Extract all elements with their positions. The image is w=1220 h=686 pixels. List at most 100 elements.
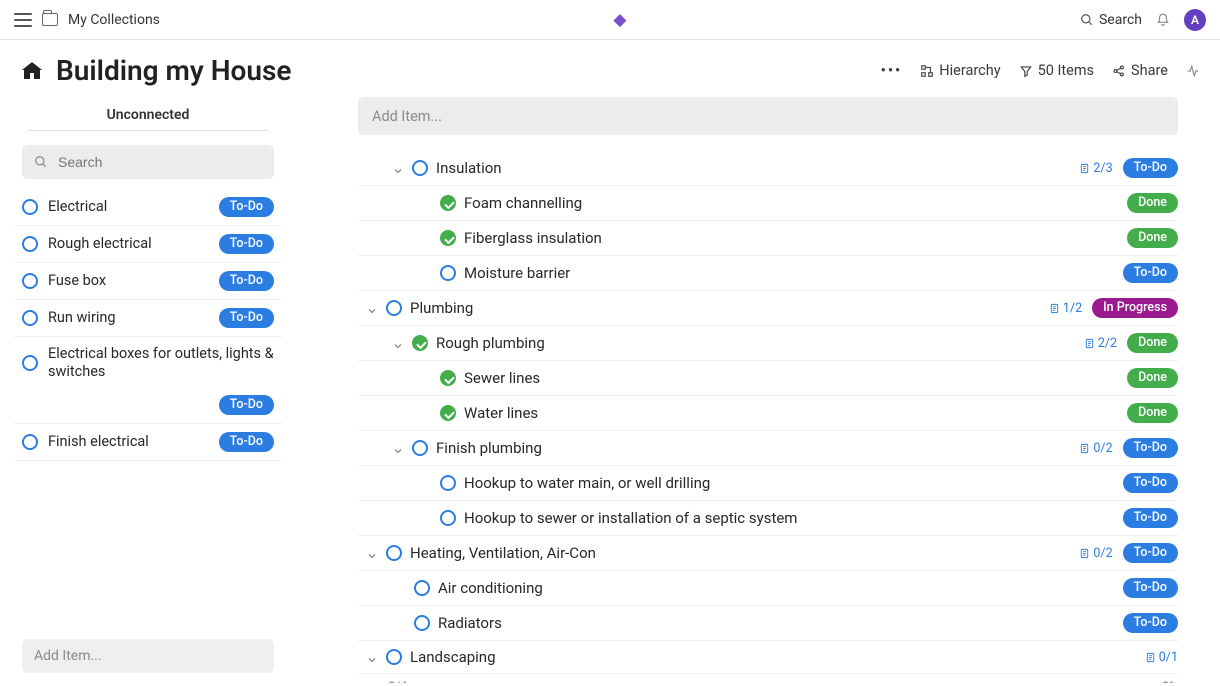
tree-row-label: Finish plumbing: [436, 439, 1071, 457]
status-badge[interactable]: To-Do: [1123, 158, 1178, 178]
status-badge[interactable]: To-Do: [1123, 473, 1178, 493]
sidebar-add-item[interactable]: Add Item...: [22, 639, 274, 673]
status-badge[interactable]: To-Do: [1123, 508, 1178, 528]
tree-row[interactable]: Air conditioning To-Do: [358, 571, 1178, 606]
subtask-count[interactable]: 2/3: [1079, 161, 1112, 176]
app-logo-icon[interactable]: ◆: [613, 10, 626, 30]
check-circle[interactable]: [386, 649, 402, 665]
list-item[interactable]: Electrical boxes for outlets, lights & s…: [14, 337, 282, 389]
bell-icon[interactable]: [1156, 13, 1170, 27]
avatar[interactable]: A: [1184, 9, 1206, 31]
status-badge[interactable]: Done: [1127, 368, 1178, 388]
tree-row[interactable]: Foam channellingDone: [358, 186, 1178, 221]
check-circle[interactable]: [22, 434, 38, 450]
tree-row[interactable]: Insulation2/3To-Do: [358, 151, 1178, 186]
status-badge[interactable]: To-Do: [1123, 543, 1178, 563]
main-add-placeholder: Add Item...: [372, 108, 442, 125]
check-circle[interactable]: [440, 195, 456, 211]
status-badge[interactable]: To-Do: [219, 197, 274, 217]
list-item[interactable]: Fuse box To-Do: [14, 263, 282, 300]
tree-row[interactable]: Sewer linesDone: [358, 361, 1178, 396]
status-badge[interactable]: To-Do: [219, 271, 274, 291]
tree-row[interactable]: RadiatorsTo-Do: [358, 606, 1178, 641]
check-circle[interactable]: [386, 300, 402, 316]
tree-row-label: Heating, Ventilation, Air-Con: [410, 544, 1071, 562]
share-button[interactable]: Share: [1112, 62, 1168, 79]
tree-row[interactable]: Hookup to sewer or installation of a sep…: [358, 501, 1178, 536]
list-item[interactable]: Electrical To-Do: [14, 189, 282, 226]
tree-row[interactable]: Landscaping 0/1: [358, 641, 1178, 674]
list-item[interactable]: Run wiring To-Do: [14, 300, 282, 337]
status-badge[interactable]: To-Do: [1123, 578, 1178, 598]
main: Add Item... Insulation2/3To-DoFoam chann…: [296, 97, 1220, 683]
sidebar-search-input[interactable]: [56, 153, 262, 171]
check-circle[interactable]: [440, 230, 456, 246]
check-circle[interactable]: [412, 440, 428, 456]
chevron-down-icon[interactable]: [392, 442, 404, 454]
check-circle[interactable]: [22, 355, 38, 371]
filter-items[interactable]: 50 Items: [1019, 62, 1094, 79]
tree-row-label: Rough plumbing: [436, 334, 1076, 352]
tree-row[interactable]: Heating, Ventilation, Air-Con 0/2 To-Do: [358, 536, 1178, 571]
status-badge[interactable]: Done: [1127, 333, 1178, 353]
subtask-count[interactable]: 0/1: [1145, 650, 1178, 665]
check-circle[interactable]: [22, 236, 38, 252]
tree-row[interactable]: Hookup to water main, or well drillingTo…: [358, 466, 1178, 501]
status-badge[interactable]: To-Do: [1123, 438, 1178, 458]
tree-row[interactable]: Finish plumbing 0/2 To-Do: [358, 431, 1178, 466]
chevron-down-icon[interactable]: [366, 651, 378, 663]
collections-label[interactable]: My Collections: [68, 12, 160, 28]
global-search[interactable]: Search: [1080, 12, 1142, 28]
subtask-count[interactable]: 2/2: [1084, 336, 1117, 351]
check-circle[interactable]: [22, 199, 38, 215]
status-badge[interactable]: Done: [1127, 228, 1178, 248]
chevron-down-icon[interactable]: [392, 337, 404, 349]
status-badge[interactable]: To-Do: [219, 234, 274, 254]
subtask-count[interactable]: 1/2: [1049, 301, 1082, 316]
list-item-label: Electrical boxes for outlets, lights & s…: [48, 345, 274, 381]
status-badge[interactable]: To-Do: [219, 308, 274, 328]
check-circle[interactable]: [412, 160, 428, 176]
list-item[interactable]: Rough electrical To-Do: [14, 226, 282, 263]
check-circle[interactable]: [386, 545, 402, 561]
subtask-count[interactable]: 0/2: [1079, 546, 1112, 561]
status-badge[interactable]: To-Do: [1123, 263, 1178, 283]
search-icon: [34, 155, 48, 169]
sidebar-search[interactable]: [22, 145, 274, 179]
status-badge[interactable]: Done: [1127, 403, 1178, 423]
status-badge[interactable]: To-Do: [219, 395, 274, 415]
sidebar-tab-unconnected[interactable]: Unconnected: [8, 97, 288, 131]
check-circle[interactable]: [440, 265, 456, 281]
tree-row[interactable]: Fiberglass insulationDone: [358, 221, 1178, 256]
tree-row-label: Landscaping: [410, 648, 1137, 666]
tree-row[interactable]: Water linesDone: [358, 396, 1178, 431]
tree-row-label: Air conditioning: [438, 579, 1115, 597]
check-circle[interactable]: [440, 370, 456, 386]
menu-icon[interactable]: [14, 13, 32, 27]
status-badge[interactable]: Done: [1127, 193, 1178, 213]
status-badge[interactable]: To-Do: [1123, 613, 1178, 633]
tree-row[interactable]: Rough plumbing 2/2 Done: [358, 326, 1178, 361]
check-circle[interactable]: [412, 335, 428, 351]
chevron-down-icon[interactable]: [366, 547, 378, 559]
more-icon[interactable]: •••: [881, 62, 903, 79]
status-badge[interactable]: In Progress: [1092, 298, 1178, 318]
status-badge[interactable]: To-Do: [219, 432, 274, 452]
tree-row[interactable]: Plumbing1/2In Progress: [358, 291, 1178, 326]
chevron-down-icon[interactable]: [392, 162, 404, 174]
list-item[interactable]: Finish electrical To-Do: [14, 424, 282, 461]
check-circle[interactable]: [22, 273, 38, 289]
chevron-down-icon[interactable]: [366, 302, 378, 314]
view-hierarchy[interactable]: Hierarchy: [920, 62, 1000, 79]
check-circle[interactable]: [414, 615, 430, 631]
main-add-item[interactable]: Add Item...: [358, 97, 1178, 135]
check-circle[interactable]: [414, 580, 430, 596]
check-circle[interactable]: [440, 405, 456, 421]
check-circle[interactable]: [440, 475, 456, 491]
subtask-count[interactable]: 0/2: [1079, 441, 1112, 456]
progress-count: 0/4: [388, 680, 407, 683]
tree-row[interactable]: Moisture barrierTo-Do: [358, 256, 1178, 291]
check-circle[interactable]: [22, 310, 38, 326]
activity-icon[interactable]: [1186, 64, 1200, 78]
check-circle[interactable]: [440, 510, 456, 526]
